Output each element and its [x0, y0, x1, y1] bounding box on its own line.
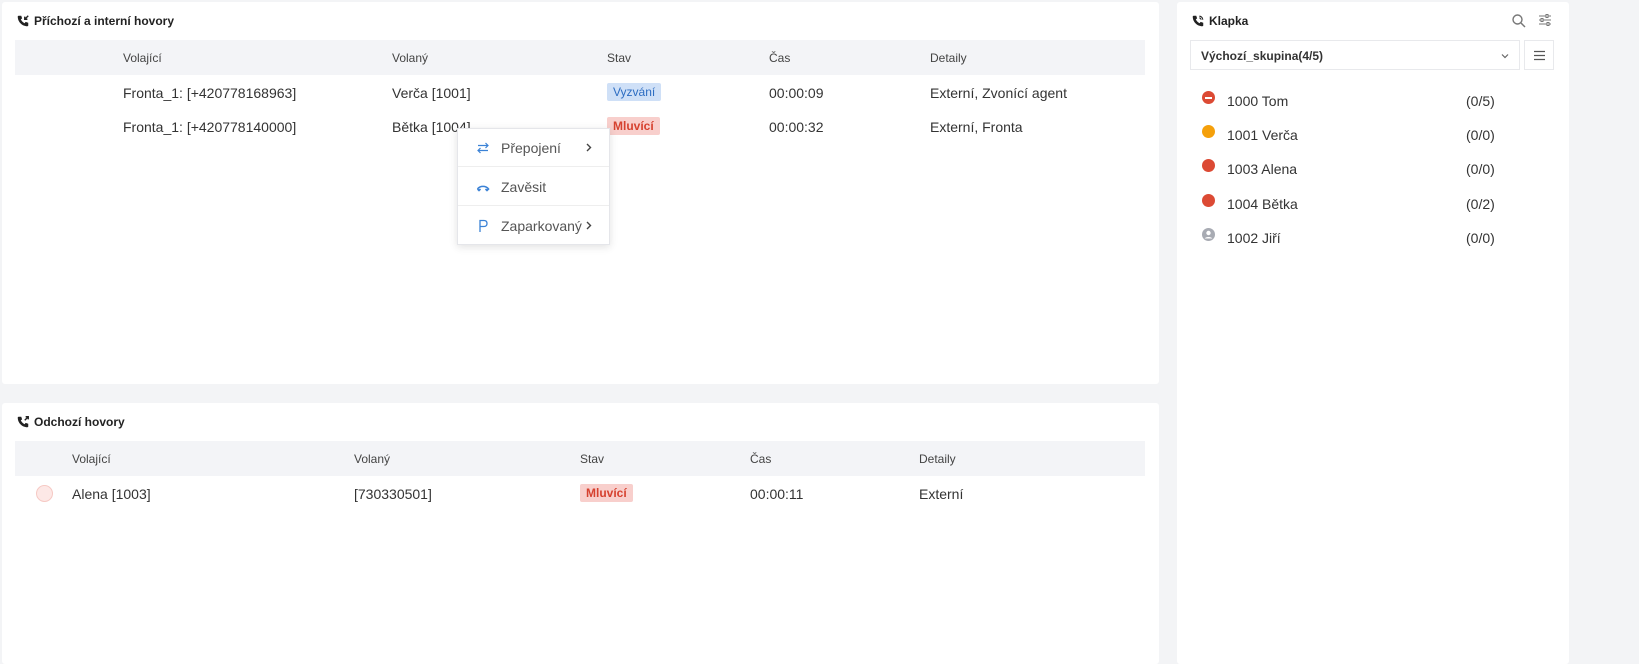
incoming-calls-title-text: Příchozí a interní hovory [34, 14, 175, 28]
extensions-title: Klapka [1191, 14, 1248, 28]
outgoing-calls-panel: Odchozí hovory Volající Volaný Stav Čas … [2, 403, 1159, 664]
search-icon[interactable] [1511, 13, 1527, 29]
extension-name: 1003 Alena [1227, 161, 1298, 177]
call-context-menu: Přepojení Zavěsit Zaparkovaný [457, 128, 610, 245]
dnd-status-icon [1202, 91, 1215, 104]
cell-details: Externí, Fronta [930, 119, 1023, 135]
transfer-icon [476, 141, 490, 155]
extension-name: 1002 Jiří [1227, 230, 1281, 246]
table-row[interactable]: Fronta_1: [+420778168963] Verča [1001] V… [15, 75, 1145, 109]
incoming-calls-title: Příchozí a interní hovory [16, 14, 174, 28]
extension-count: (0/0) [1466, 230, 1495, 246]
header-caller: Volající [72, 452, 111, 466]
outgoing-table-header: Volající Volaný Stav Čas Detaily [15, 441, 1145, 476]
cell-details: Externí, Zvonící agent [930, 85, 1067, 101]
extensions-panel: Klapka Výchozí_skupina(4/5) 1000 Tom (0/… [1177, 2, 1569, 664]
filter-settings-icon[interactable] [1537, 12, 1553, 28]
extension-item[interactable]: 1004 Bětka (0/2) [1200, 193, 1500, 227]
menu-item-label: Zaparkovaný [501, 218, 582, 234]
header-time: Čas [769, 51, 791, 65]
cell-caller: Fronta_1: [+420778140000] [123, 119, 297, 135]
phone-outgoing-icon [17, 416, 29, 428]
group-select-value: Výchozí_skupina(4/5) [1201, 49, 1324, 63]
chevron-down-icon [1501, 54, 1509, 59]
offline-user-icon [1202, 228, 1215, 241]
extension-count: (0/0) [1466, 161, 1495, 177]
menu-item-label: Přepojení [501, 140, 561, 156]
cell-caller: Alena [1003] [72, 486, 151, 502]
status-badge: Mluvící [580, 484, 633, 502]
cell-called: [730330501] [354, 486, 432, 502]
cell-time: 00:00:09 [769, 85, 824, 101]
busy-status-icon [1202, 194, 1215, 207]
extension-name: 1000 Tom [1227, 93, 1289, 109]
cell-time: 00:00:11 [750, 486, 804, 502]
cell-called: Verča [1001] [392, 85, 471, 101]
hamburger-icon [1534, 50, 1545, 61]
extension-item[interactable]: 1002 Jiří (0/0) [1200, 227, 1500, 261]
extension-count: (0/2) [1466, 196, 1495, 212]
busy-status-icon [1202, 159, 1215, 172]
phone-incoming-icon [17, 15, 29, 27]
cell-time: 00:00:32 [769, 119, 824, 135]
header-details: Detaily [919, 452, 956, 466]
status-badge: Vyzvání [607, 83, 662, 101]
status-badge: Mluvící [607, 117, 660, 135]
cell-caller: Fronta_1: [+420778168963] [123, 85, 297, 101]
extension-name: 1001 Verča [1227, 127, 1298, 143]
extension-item[interactable]: 1001 Verča (0/0) [1200, 124, 1500, 158]
header-state: Stav [607, 51, 632, 65]
header-called: Volaný [392, 51, 429, 65]
extension-item[interactable]: 1003 Alena (0/0) [1200, 158, 1500, 192]
header-state: Stav [580, 452, 605, 466]
chevron-right-icon [586, 221, 592, 230]
extension-name: 1004 Bětka [1227, 196, 1298, 212]
header-caller: Volající [123, 51, 162, 65]
chevron-right-icon [586, 143, 592, 152]
header-time: Čas [750, 452, 772, 466]
phone-icon [1192, 15, 1204, 27]
menu-item-hangup[interactable]: Zavěsit [458, 168, 609, 206]
outgoing-calls-title: Odchozí hovory [16, 415, 125, 429]
extensions-title-text: Klapka [1209, 14, 1249, 28]
cell-details: Externí [919, 486, 964, 502]
menu-item-label: Zavěsit [501, 179, 547, 195]
header-called: Volaný [354, 452, 391, 466]
header-details: Detaily [930, 51, 967, 65]
ringing-status-icon [1202, 125, 1215, 138]
menu-item-park[interactable]: Zaparkovaný [458, 207, 609, 245]
group-select[interactable]: Výchozí_skupina(4/5) [1190, 40, 1520, 70]
extension-count: (0/5) [1466, 93, 1495, 109]
row-status-indicator [36, 485, 53, 502]
park-icon [476, 219, 490, 233]
menu-item-transfer[interactable]: Přepojení [458, 129, 609, 167]
outgoing-calls-title-text: Odchozí hovory [34, 415, 125, 429]
extension-count: (0/0) [1466, 127, 1495, 143]
hangup-icon [476, 180, 490, 194]
extension-item[interactable]: 1000 Tom (0/5) [1200, 90, 1500, 124]
table-row[interactable]: Alena [1003] [730330501] Mluvící 00:00:1… [15, 476, 1145, 510]
incoming-table-header: Volající Volaný Stav Čas Detaily [15, 40, 1145, 75]
list-menu-button[interactable] [1524, 40, 1554, 70]
